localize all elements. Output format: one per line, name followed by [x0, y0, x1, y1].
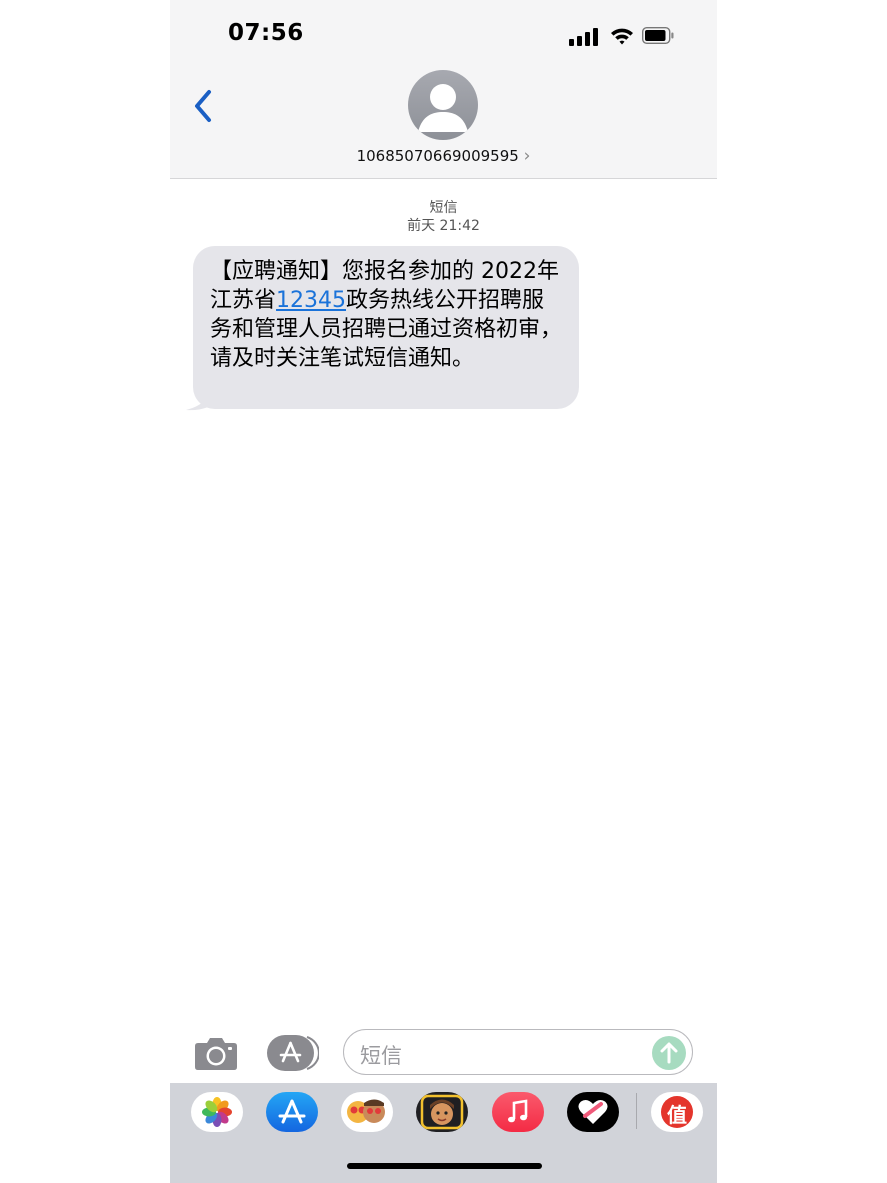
- service-label: 短信: [429, 200, 458, 216]
- chevron-left-icon[interactable]: [190, 86, 220, 126]
- memoji-icon[interactable]: [416, 1092, 468, 1132]
- conversation-header: 07:56 10685070669009595 ›: [170, 0, 717, 179]
- photos-icon[interactable]: [191, 1092, 243, 1132]
- incoming-message-bubble[interactable]: 【应聘通知】您报名参加的 2022年江苏省12345政务热线公开招聘服务和管理人…: [193, 246, 579, 409]
- app-store-icon[interactable]: [267, 1035, 319, 1071]
- battery-icon: [642, 27, 674, 44]
- send-button[interactable]: [652, 1036, 686, 1070]
- digital-touch-icon[interactable]: [567, 1092, 619, 1132]
- drawer-divider: [636, 1093, 637, 1129]
- stickers-faces: [347, 1099, 385, 1123]
- contact-number: 10685070669009595: [356, 147, 519, 165]
- camera-icon[interactable]: [194, 1034, 238, 1072]
- message-input[interactable]: 短信: [343, 1029, 693, 1075]
- memoji-stickers-icon[interactable]: [341, 1092, 393, 1132]
- wifi-icon: [611, 28, 633, 45]
- memoji-face: [420, 1094, 464, 1130]
- photos-flower: [202, 1097, 232, 1127]
- avatar[interactable]: [408, 70, 478, 140]
- app-drawer: 值: [170, 1083, 717, 1183]
- app-store-glyph: [278, 1099, 306, 1124]
- messages-screen: 07:56 10685070669009595 › 短信 前天 21:42 【应…: [170, 0, 717, 1183]
- music-icon[interactable]: [492, 1092, 544, 1132]
- chevron-right-icon: ›: [523, 146, 531, 166]
- contact-name[interactable]: 10685070669009595 ›: [170, 146, 717, 166]
- phone-link[interactable]: 12345: [276, 288, 346, 313]
- cellular-signal-icon: [569, 28, 599, 46]
- status-time: 07:56: [228, 20, 304, 46]
- person-icon: [418, 84, 468, 132]
- heart-glyph: [578, 1099, 608, 1124]
- app-store-icon[interactable]: [266, 1092, 318, 1132]
- zhi-label: 值: [667, 1103, 687, 1127]
- message-timestamp: 前天 21:42: [407, 218, 480, 234]
- arrow-up-icon: [660, 1042, 678, 1064]
- zhi-app-icon[interactable]: 值: [651, 1092, 703, 1132]
- home-indicator: [347, 1163, 542, 1169]
- message-input-placeholder: 短信: [360, 1044, 402, 1068]
- music-note: [508, 1099, 528, 1123]
